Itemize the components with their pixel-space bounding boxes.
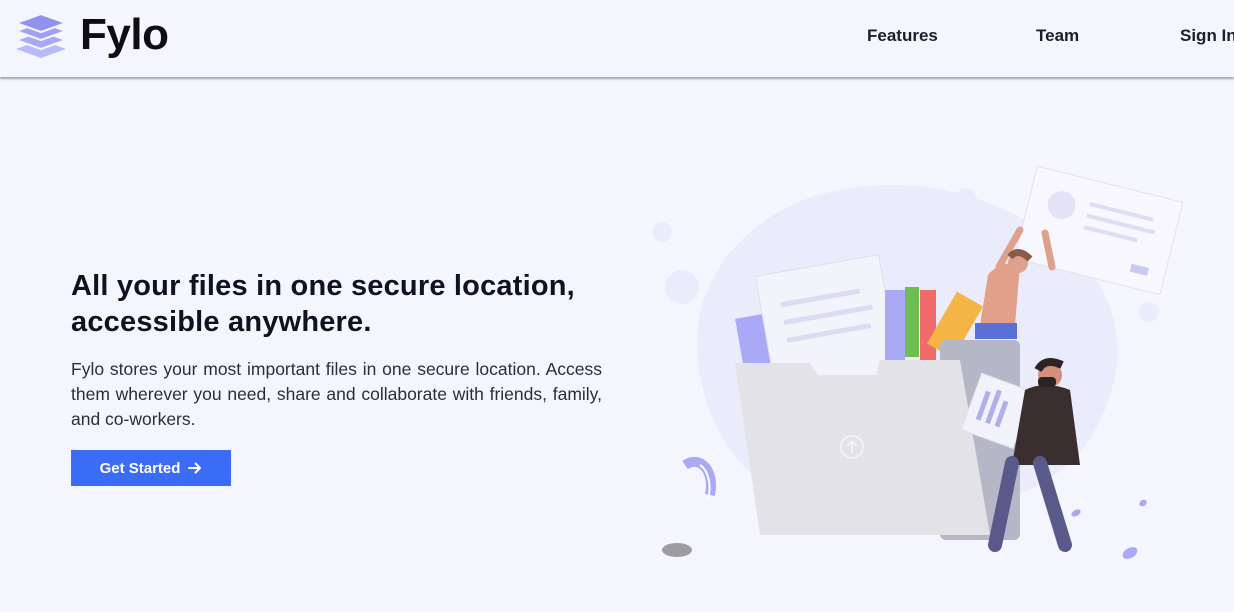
decor-dot xyxy=(956,188,976,208)
decor-dot xyxy=(1139,302,1159,322)
header: Fylo Features Team Sign In xyxy=(0,0,1234,77)
main-nav: Features Team Sign In xyxy=(0,26,1234,50)
hero-title: All your files in one secure location, a… xyxy=(71,270,575,338)
leaf xyxy=(1139,499,1147,507)
leaf xyxy=(1071,509,1081,517)
rock xyxy=(662,543,692,557)
people-sharing-files-illustration xyxy=(652,165,1184,559)
arrow-right-icon xyxy=(188,462,202,474)
nav-team[interactable]: Team xyxy=(1036,26,1079,46)
nav-features[interactable]: Features xyxy=(867,26,938,46)
leaf xyxy=(1122,547,1138,559)
get-started-button[interactable]: Get Started xyxy=(71,450,231,486)
plant-decoration xyxy=(682,456,716,501)
hero-description: Fylo stores your most important files in… xyxy=(71,359,602,429)
nav-sign-in[interactable]: Sign In xyxy=(1180,26,1234,46)
decor-dot xyxy=(652,222,672,242)
decor-dot xyxy=(665,270,699,304)
get-started-label: Get Started xyxy=(99,459,181,477)
